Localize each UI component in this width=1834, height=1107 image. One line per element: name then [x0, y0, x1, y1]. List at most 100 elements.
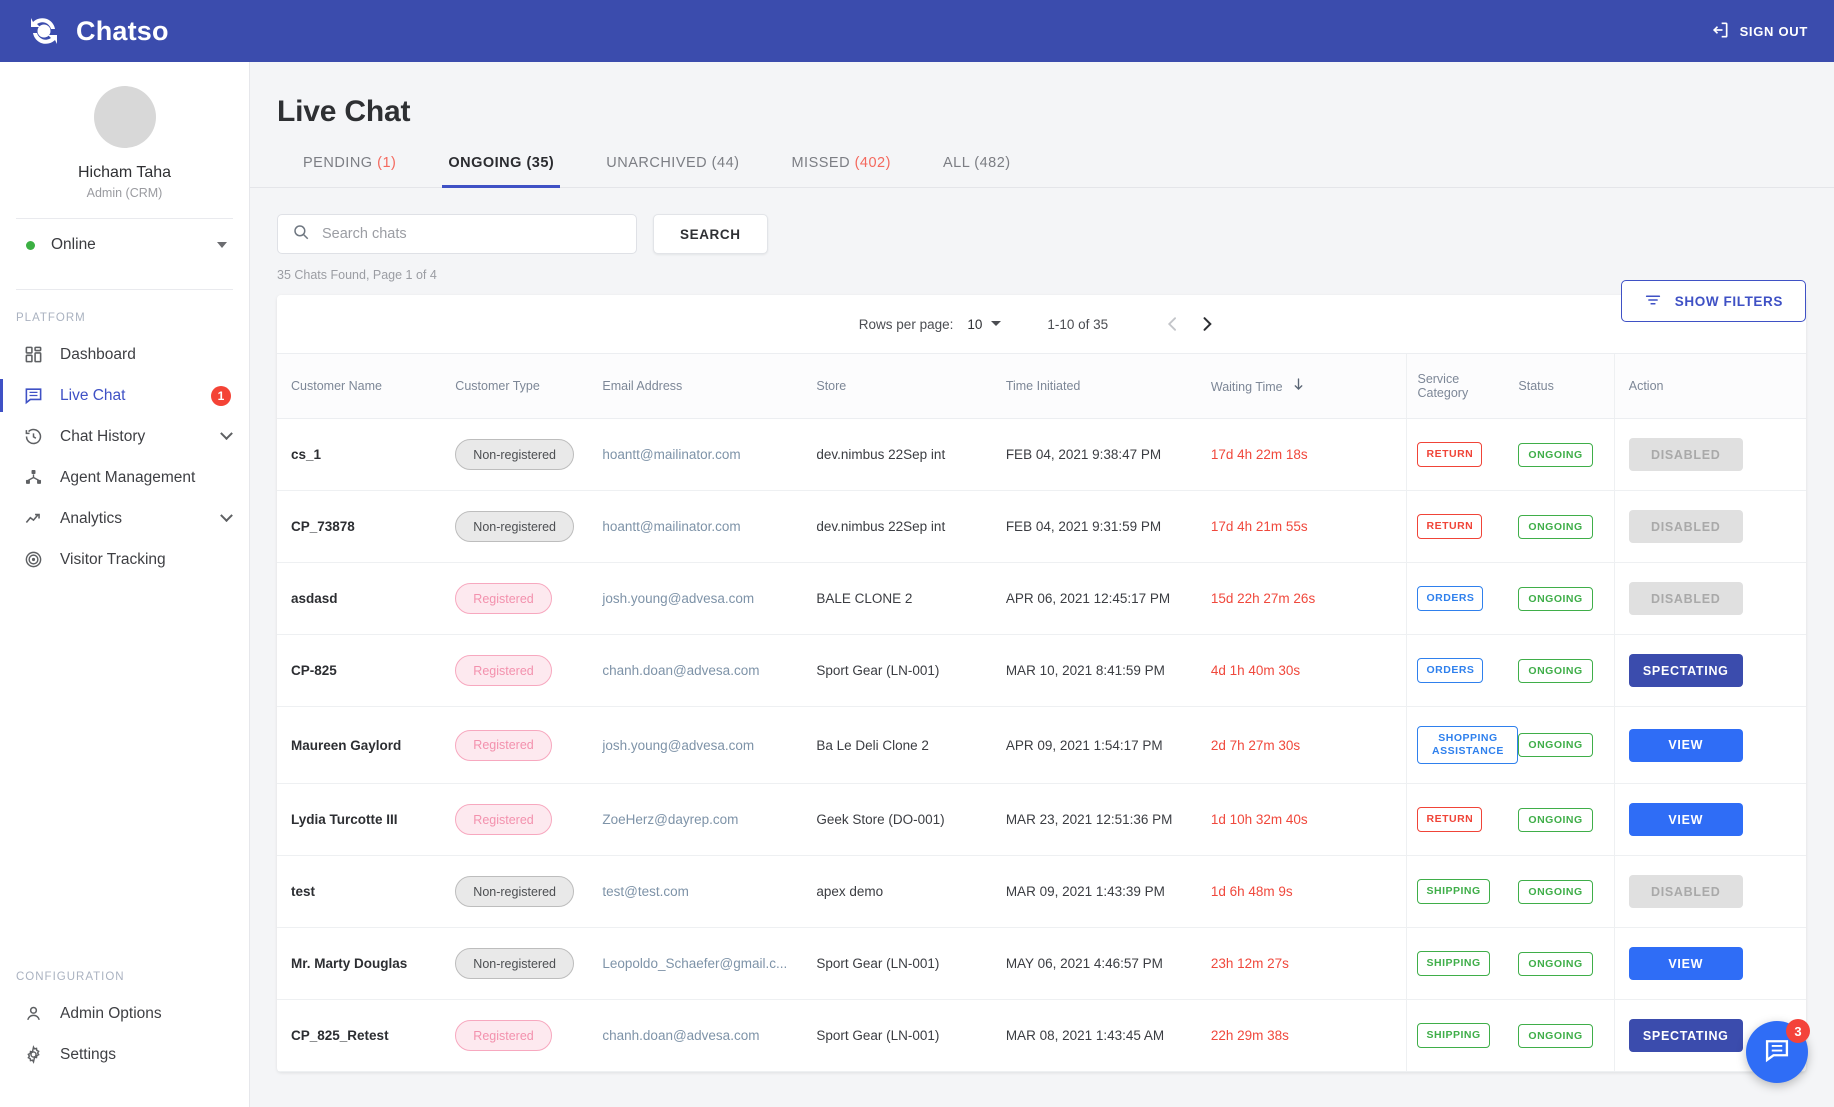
cell-email-address[interactable]: test@test.com	[602, 855, 817, 929]
tab-missed[interactable]: MISSED (402)	[765, 155, 916, 187]
cell-store: Sport Gear (LN-001)	[816, 999, 1006, 1073]
action-button[interactable]: VIEW	[1628, 947, 1743, 981]
status-badge: ONGOING	[1518, 586, 1593, 611]
table-row[interactable]: CP_825_Retest Registered chanh.doan@advesa…	[277, 999, 1806, 1073]
action-button[interactable]: VIEW	[1628, 803, 1743, 837]
column-header-customer-name[interactable]: Customer Name	[277, 353, 456, 419]
sidebar-item-analytics[interactable]: Analytics	[0, 498, 249, 539]
table-row[interactable]: test Non-registered test@test.com apex demo…	[277, 855, 1806, 929]
cell-time-initiated: MAR 23, 2021 12:51:36 PM	[1005, 783, 1211, 857]
sidebar-item-label: Admin Options	[60, 1004, 162, 1022]
column-header-customer-type[interactable]: Customer Type	[455, 353, 603, 419]
chat-widget-button[interactable]: 3	[1746, 1019, 1810, 1083]
cell-customer-name: Maureen Gaylord	[277, 706, 456, 785]
status-badge: ONGOING	[1518, 514, 1593, 539]
chevron-down-icon	[220, 509, 233, 523]
table-row[interactable]: CP-825 Registered chanh.doan@advesa.com Spo…	[277, 634, 1806, 707]
cell-service-category: ORDERS	[1406, 562, 1519, 635]
cell-action: DISABLED	[1613, 562, 1806, 635]
tab-ongoing[interactable]: ONGOING (35)	[422, 155, 580, 188]
table-row[interactable]: CP_73878 Non-registered hoantt@mailinator.…	[277, 490, 1806, 563]
sidebar-item-agent-management[interactable]: Agent Management	[0, 457, 249, 498]
pagination-bar: Rows per page: 10 1-10 of 35	[277, 295, 1806, 353]
column-header-store[interactable]: Store	[816, 353, 1006, 419]
cell-customer-name: CP-825	[277, 634, 456, 707]
cell-email-address[interactable]: Leopoldo_Schaefer@gmail.c...	[602, 927, 817, 1001]
cell-status: ONGOING	[1518, 562, 1615, 635]
rows-per-page-value[interactable]: 10	[967, 317, 982, 332]
action-button[interactable]: SPECTATING	[1628, 654, 1743, 687]
search-input[interactable]	[322, 226, 622, 242]
column-header-service-category-label: Service Category	[1417, 372, 1469, 400]
tab-label: PENDING	[303, 155, 373, 171]
action-button[interactable]: SPECTATING	[1628, 1019, 1743, 1053]
column-header-service-category[interactable]: Service Category	[1406, 353, 1519, 419]
status-selector[interactable]: Online	[0, 219, 249, 271]
service-category-badge: RETURN	[1417, 807, 1483, 833]
status-badge: ONGOING	[1518, 658, 1593, 683]
cell-customer-type: Registered	[455, 562, 603, 635]
search-box[interactable]	[277, 214, 637, 254]
chat-widget-badge: 3	[1786, 1019, 1810, 1043]
cell-waiting-time: 22h 29m 38s	[1210, 999, 1407, 1073]
sidebar-item-dashboard[interactable]: Dashboard	[0, 334, 249, 375]
table-head: Customer Name Customer Type Email Addres…	[277, 353, 1806, 419]
table-row[interactable]: Maureen Gaylord Registered josh.young@adve…	[277, 706, 1806, 785]
agent-network-icon	[22, 467, 44, 489]
cell-email-address[interactable]: josh.young@advesa.com	[602, 562, 817, 635]
cell-email-address[interactable]: chanh.doan@advesa.com	[602, 634, 817, 707]
customer-type-chip: Non-registered	[455, 439, 574, 470]
show-filters-button[interactable]: SHOW FILTERS	[1620, 280, 1806, 322]
sidebar-item-live-chat[interactable]: Live Chat 1	[0, 375, 249, 416]
sidebar-item-chat-history[interactable]: Chat History	[0, 416, 249, 457]
cell-action: DISABLED	[1613, 855, 1806, 929]
table-row[interactable]: Lydia Turcotte III Registered ZoeHerz@dayr…	[277, 783, 1806, 857]
rows-per-page-dropdown[interactable]	[990, 317, 1002, 332]
brand-logo[interactable]: Chatso	[26, 13, 169, 49]
cell-service-category: SHOPPING ASSISTANCE	[1406, 706, 1519, 785]
rows-per-page-label: Rows per page:	[858, 316, 954, 332]
cell-service-category: RETURN	[1406, 490, 1519, 563]
tab-pending[interactable]: PENDING (1)	[277, 155, 422, 187]
cell-email-address[interactable]: hoantt@mailinator.com	[602, 490, 817, 563]
cell-status: ONGOING	[1518, 999, 1615, 1073]
tab-unarchived[interactable]: UNARCHIVED (44)	[580, 155, 765, 187]
search-button[interactable]: SEARCH	[653, 214, 768, 254]
action-button[interactable]: VIEW	[1628, 728, 1743, 762]
cell-action: VIEW	[1613, 783, 1806, 857]
column-header-time-initiated[interactable]: Time Initiated	[1005, 353, 1211, 419]
tab-all[interactable]: ALL (482)	[917, 155, 1037, 187]
cell-status: ONGOING	[1518, 927, 1615, 1001]
column-header-email-address[interactable]: Email Address	[602, 353, 817, 419]
cell-customer-name: test	[277, 855, 456, 929]
cell-email-address[interactable]: hoantt@mailinator.com	[602, 418, 817, 491]
sidebar-item-visitor-tracking[interactable]: Visitor Tracking	[0, 539, 249, 580]
table-row[interactable]: Mr. Marty Douglas Non-registered Leopoldo_…	[277, 927, 1806, 1001]
tab-count: (1)	[377, 155, 397, 171]
cell-service-category: SHIPPING	[1406, 927, 1519, 1001]
column-header-action: Action	[1613, 353, 1806, 419]
sign-out-button[interactable]: SIGN OUT	[1710, 20, 1808, 43]
history-clock-icon	[22, 426, 44, 448]
tab-bar: PENDING (1) ONGOING (35) UNARCHIVED (44) MI…	[250, 155, 1834, 188]
cell-email-address[interactable]: ZoeHerz@dayrep.com	[602, 783, 817, 857]
cell-email-address[interactable]: chanh.doan@advesa.com	[602, 999, 817, 1073]
tab-label: UNARCHIVED	[606, 155, 708, 171]
next-page-button[interactable]	[1190, 307, 1224, 341]
cell-email-address[interactable]: josh.young@advesa.com	[602, 706, 817, 785]
status-badge: ONGOING	[1518, 442, 1593, 467]
column-header-waiting-time[interactable]: Waiting Time	[1210, 353, 1407, 419]
sort-descending-icon	[1293, 378, 1304, 394]
cell-waiting-time: 15d 22h 27m 26s	[1210, 562, 1407, 635]
pagination-range: 1-10 of 35	[1047, 316, 1109, 332]
cell-action: VIEW	[1613, 927, 1806, 1001]
sign-out-label: SIGN OUT	[1739, 23, 1808, 39]
cell-customer-name: cs_1	[277, 418, 456, 491]
table-row[interactable]: asdasd Registered josh.young@advesa.com BAL…	[277, 562, 1806, 635]
table-row[interactable]: cs_1 Non-registered hoantt@mailinator.com d…	[277, 418, 1806, 491]
sidebar-item-settings[interactable]: Settings	[0, 1034, 249, 1075]
column-header-status[interactable]: Status	[1518, 353, 1615, 419]
status-badge: ONGOING	[1518, 807, 1593, 832]
sidebar-item-admin-options[interactable]: Admin Options	[0, 993, 249, 1034]
previous-page-button[interactable]	[1156, 307, 1190, 341]
